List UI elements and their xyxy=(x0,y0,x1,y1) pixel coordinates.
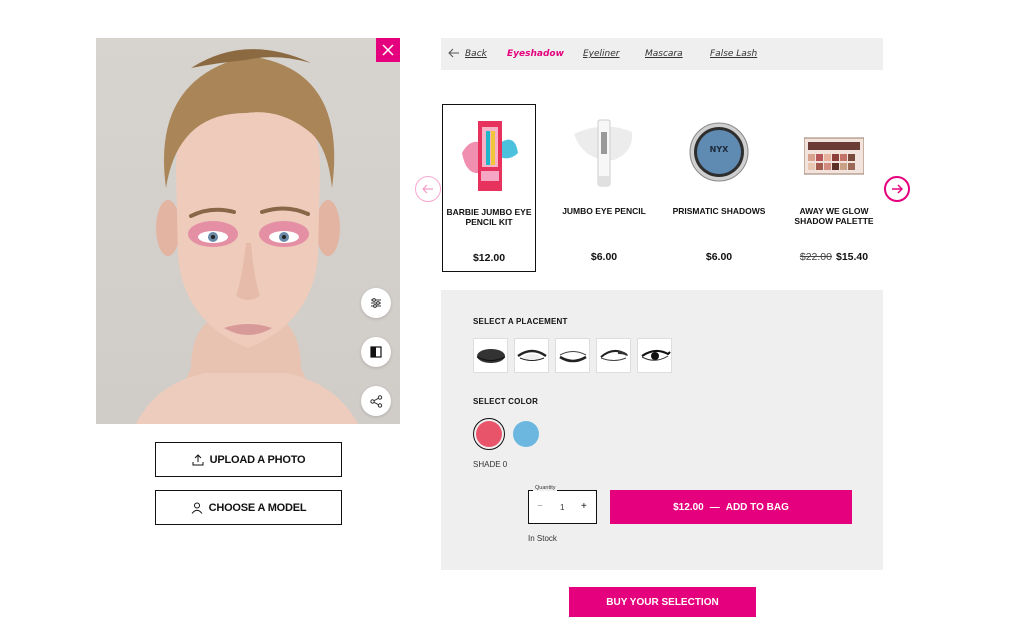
upload-icon xyxy=(192,453,204,465)
add-to-bag-price: $12.00 xyxy=(673,501,704,513)
person-icon xyxy=(191,502,202,514)
upload-photo-button[interactable]: UPLOAD A PHOTO xyxy=(155,442,342,477)
carousel-next-button[interactable] xyxy=(884,176,910,202)
product-card-jumbo-eye-pencil[interactable]: JUMBO EYE PENCIL $6.00 xyxy=(557,104,651,272)
product-name: AWAY WE GLOW SHADOW PALETTE xyxy=(794,206,874,226)
placement-crease[interactable] xyxy=(514,338,549,373)
product-price: $6.00 xyxy=(557,251,651,263)
color-swatch-pink[interactable] xyxy=(473,418,505,450)
jumbo-pencil-image xyxy=(574,119,633,187)
category-tabs: Back Eyeshadow Eyeliner Mascara False La… xyxy=(441,38,883,70)
close-button[interactable] xyxy=(376,38,400,62)
placement-full-lid[interactable] xyxy=(473,338,508,373)
product-card-prismatic-shadows[interactable]: NYX PRISMATIC SHADOWS $6.00 xyxy=(672,104,766,272)
buy-selection-label: BUY YOUR SELECTION xyxy=(606,596,719,608)
quantity-value[interactable]: 1 xyxy=(560,503,564,512)
stock-status: In Stock xyxy=(528,534,557,543)
product-options-panel: SELECT A PLACEMENT SELECT COLOR SHADE 0 … xyxy=(441,290,883,570)
quantity-stepper: Quantity − 1 + xyxy=(528,485,597,524)
choose-model-button[interactable]: CHOOSE A MODEL xyxy=(155,490,342,525)
back-arrow-icon xyxy=(448,48,459,58)
try-on-photo xyxy=(96,38,400,424)
product-price-value: $12.00 xyxy=(472,252,506,264)
product-name: JUMBO EYE PENCIL xyxy=(562,206,646,216)
color-title: SELECT COLOR xyxy=(473,397,539,406)
tab-eyeshadow[interactable]: Eyeshadow xyxy=(507,49,564,59)
prismatic-shadow-image: NYX xyxy=(689,122,749,182)
palette-image xyxy=(804,137,864,175)
eye-full-lid-icon xyxy=(476,348,505,363)
add-to-bag-label: ADD TO BAG xyxy=(725,501,789,513)
tab-eyeliner[interactable]: Eyeliner xyxy=(583,49,620,59)
placement-outer-corner[interactable] xyxy=(596,338,631,373)
swatch-color xyxy=(476,421,502,447)
svg-text:NYX: NYX xyxy=(710,145,729,154)
adjust-button[interactable] xyxy=(361,288,391,318)
product-name: PRISMATIC SHADOWS xyxy=(672,206,766,216)
buy-selection-button[interactable]: BUY YOUR SELECTION xyxy=(569,587,756,617)
back-link[interactable]: Back xyxy=(465,49,487,59)
barbie-kit-image xyxy=(462,121,518,191)
eye-outer-corner-icon xyxy=(599,349,628,361)
shade-label: SHADE 0 xyxy=(473,460,508,469)
eye-wing-icon xyxy=(640,349,671,361)
quantity-label: Quantity xyxy=(533,485,558,491)
add-to-bag-button[interactable]: $12.00 — ADD TO BAG xyxy=(610,490,852,524)
add-to-bag-separator: — xyxy=(709,501,720,513)
choose-model-label: CHOOSE A MODEL xyxy=(208,501,307,514)
product-price: $6.00 xyxy=(672,251,766,263)
product-price-value: $15.40 xyxy=(836,251,869,263)
product-card-barbie-jumbo-kit[interactable]: BARBIE JUMBO EYE PENCIL KIT $12.00 xyxy=(442,104,536,272)
upload-photo-label: UPLOAD A PHOTO xyxy=(209,453,306,466)
color-swatch-blue[interactable] xyxy=(510,418,542,450)
compare-icon xyxy=(370,346,382,358)
product-price: $22.00 $15.40 xyxy=(787,251,881,263)
product-price-value: $6.00 xyxy=(705,251,733,263)
product-price-value: $6.00 xyxy=(590,251,618,263)
share-button[interactable] xyxy=(361,386,391,416)
arrow-left-icon xyxy=(422,184,433,194)
tab-mascara[interactable]: Mascara xyxy=(645,49,683,59)
sliders-icon xyxy=(371,298,381,308)
quantity-decrease-button[interactable]: − xyxy=(537,501,543,512)
carousel-prev-button[interactable] xyxy=(415,176,441,202)
product-price: $12.00 xyxy=(443,252,535,264)
tab-false-lash[interactable]: False Lash xyxy=(710,49,757,59)
product-old-price: $22.00 xyxy=(799,251,832,263)
eye-lower-lid-icon xyxy=(558,350,587,362)
product-name: BARBIE JUMBO EYE PENCIL KIT xyxy=(446,207,532,227)
placement-lower-lid[interactable] xyxy=(555,338,590,373)
arrow-right-icon xyxy=(892,184,903,194)
compare-button[interactable] xyxy=(361,337,391,367)
eye-crease-icon xyxy=(516,349,547,361)
swatch-color xyxy=(513,421,539,447)
placement-wing[interactable] xyxy=(637,338,672,373)
close-icon xyxy=(382,44,394,56)
product-card-away-we-glow[interactable]: AWAY WE GLOW SHADOW PALETTE $22.00 $15.40 xyxy=(787,104,881,272)
model-portrait xyxy=(136,49,358,424)
placement-title: SELECT A PLACEMENT xyxy=(473,317,568,326)
quantity-increase-button[interactable]: + xyxy=(581,501,587,512)
share-icon xyxy=(369,394,382,408)
